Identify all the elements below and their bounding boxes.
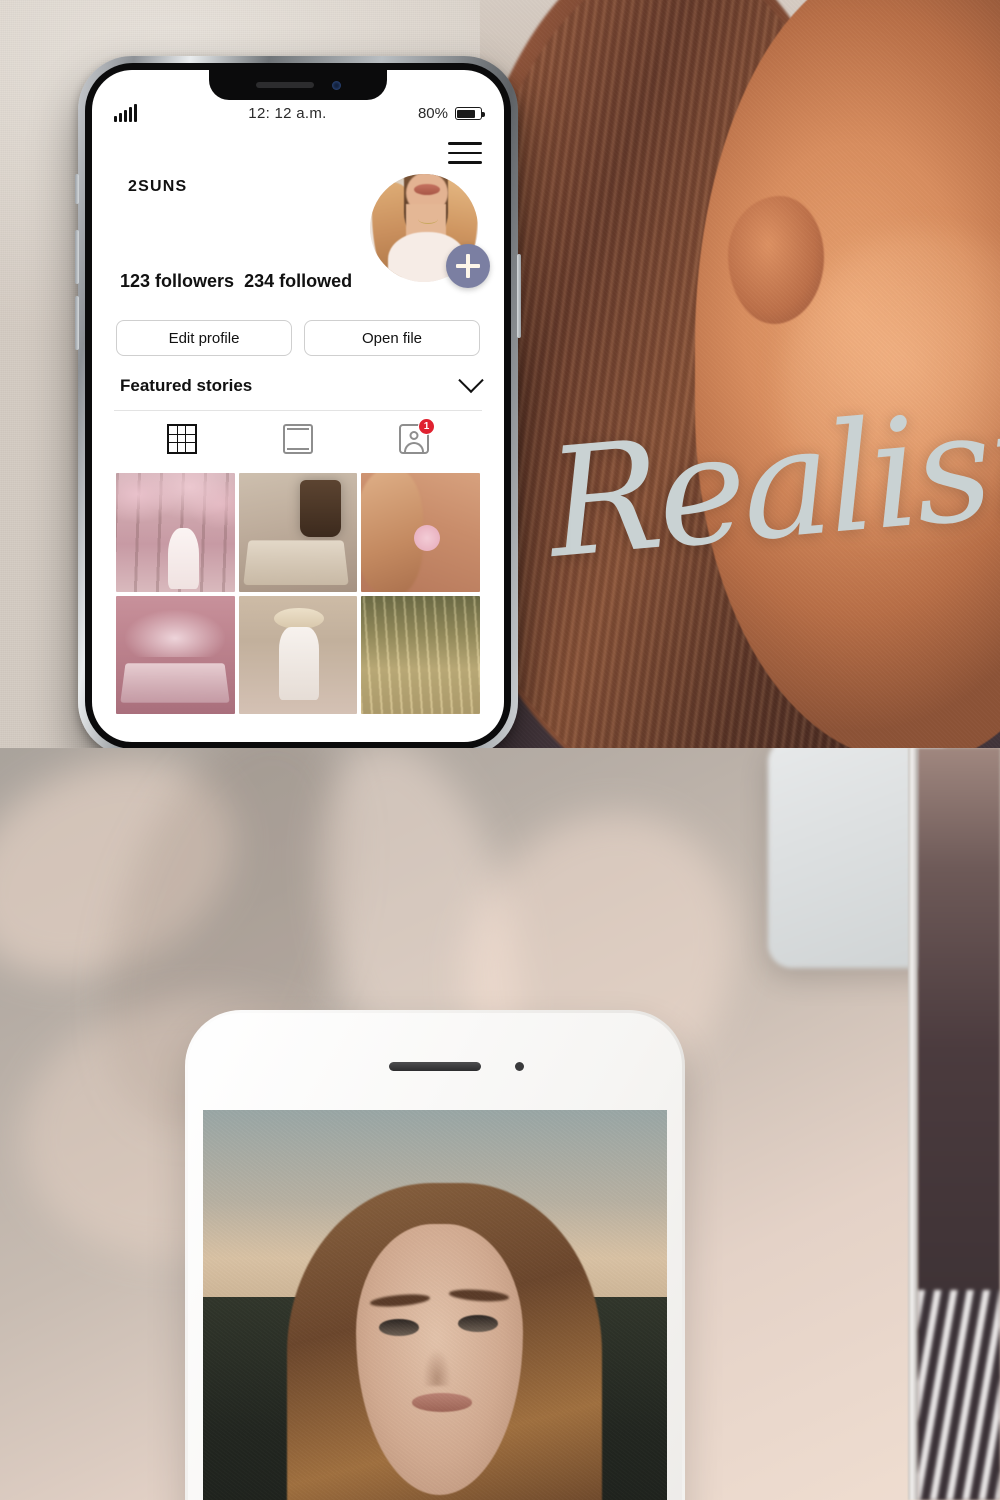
bottom-panel	[0, 748, 1000, 1500]
front-camera-icon	[515, 1062, 524, 1071]
power-button[interactable]	[517, 254, 521, 338]
volume-down-button[interactable]	[75, 296, 79, 350]
profile-stats: 123 followers 234 followed	[114, 271, 352, 314]
plus-icon[interactable]	[446, 244, 490, 288]
followers-count[interactable]: 123 followers	[120, 271, 234, 291]
photo-golden-grass[interactable]	[361, 595, 480, 715]
phone-notch	[209, 70, 387, 100]
status-badge: 1	[418, 418, 435, 435]
featured-stories-label: Featured stories	[120, 376, 253, 395]
profile-tabs: 1	[114, 411, 482, 467]
edit-profile-button[interactable]: Edit profile	[116, 320, 292, 356]
striped-shirt-photo-strip	[918, 748, 1000, 1500]
photo-hat-bouquet[interactable]	[238, 595, 358, 715]
mute-switch[interactable]	[75, 174, 79, 204]
photo-rose-portrait[interactable]	[361, 473, 480, 592]
avatar-lips	[414, 184, 440, 195]
profile-header-row: 123 followers 234 followed	[114, 174, 490, 314]
grid-icon	[167, 424, 197, 454]
photo-edge-divider	[908, 748, 918, 1500]
tab-card[interactable]	[283, 424, 313, 454]
dark-iphone-mockup: 12: 12 a.m. 80% 2SUNS 123 followers 234 …	[75, 56, 521, 748]
open-file-button[interactable]: Open file	[304, 320, 480, 356]
background-portrait-photo	[480, 0, 1000, 748]
photo-grid	[114, 473, 482, 715]
featured-stories-row[interactable]: Featured stories	[114, 367, 484, 411]
status-time: 12: 12 a.m.	[248, 105, 327, 122]
hamburger-menu-icon[interactable]	[448, 142, 482, 164]
portrait-film-grain	[480, 0, 1000, 748]
profile-action-buttons: Edit profile Open file	[114, 320, 482, 356]
battery-percent-label: 80%	[417, 105, 448, 122]
photo-book-flowers[interactable]	[116, 595, 235, 715]
avatar-container	[370, 174, 490, 288]
avatar-necklace	[418, 214, 438, 224]
tab-tagged[interactable]: 1	[399, 418, 435, 454]
tab-grid[interactable]	[167, 424, 197, 454]
battery-icon	[454, 107, 485, 120]
front-camera-icon	[331, 80, 341, 90]
signal-bars-icon	[114, 104, 137, 122]
white-iphone-mockup	[185, 1010, 685, 1500]
chevron-down-icon[interactable]	[458, 367, 484, 394]
phone-screen: 12: 12 a.m. 80% 2SUNS 123 followers 234 …	[92, 70, 504, 742]
card-icon	[283, 424, 313, 454]
earpiece-speaker	[389, 1062, 481, 1071]
photo-book-jar[interactable]	[238, 473, 358, 592]
status-battery-group: 80%	[417, 105, 485, 122]
screen-photo-grain	[203, 1110, 667, 1500]
volume-up-button[interactable]	[75, 230, 79, 284]
followed-count[interactable]: 234 followed	[244, 271, 352, 291]
app-menu-row	[114, 132, 482, 174]
phone-screen	[203, 1110, 667, 1500]
profile-app: 12: 12 a.m. 80% 2SUNS 123 followers 234 …	[92, 70, 504, 742]
top-panel: Realism 12: 12 a.m. 80% 2SUNS 123 follow…	[0, 0, 1000, 748]
earpiece-speaker	[255, 82, 314, 88]
photo-blossom-path[interactable]	[116, 473, 235, 592]
